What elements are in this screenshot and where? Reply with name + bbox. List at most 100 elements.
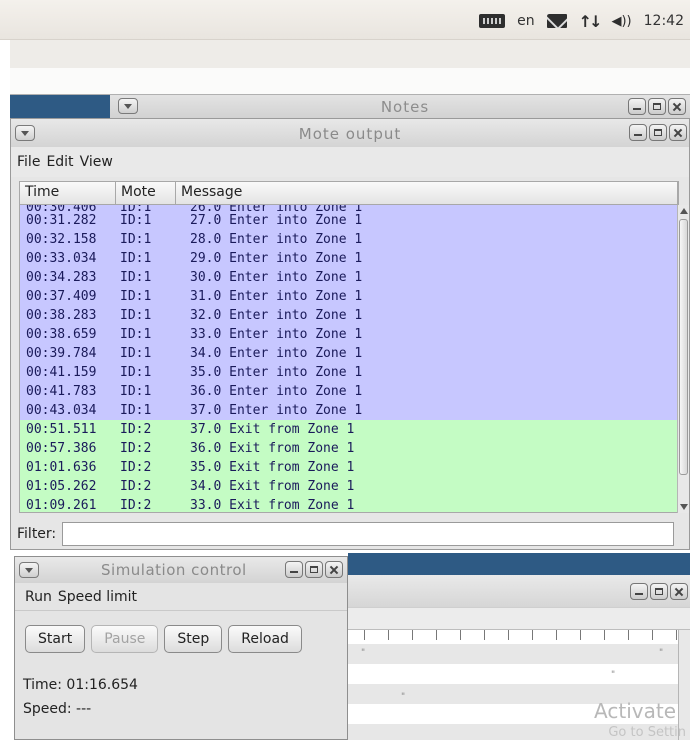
timeline-event-mark: ": [659, 648, 664, 658]
menu-edit[interactable]: Edit: [46, 154, 73, 170]
cell-time: 01:09.261: [26, 498, 97, 513]
cell-message: 36.0 Exit from Zone 1: [190, 441, 355, 456]
system-tray: en ↑↓ ◀)) 12:42: [479, 10, 684, 32]
minimize-icon[interactable]: [628, 98, 646, 115]
start-button[interactable]: Start: [25, 625, 86, 653]
cell-mote: ID:2: [120, 422, 152, 437]
cell-time: 00:43.034: [26, 403, 97, 418]
table-row[interactable]: 00:33.034 ID:1 29.0 Enter into Zone 1: [20, 249, 679, 268]
pause-button[interactable]: Pause: [91, 625, 159, 653]
maximize-icon[interactable]: [649, 124, 667, 141]
cell-message: 33.0 Exit from Zone 1: [190, 498, 355, 513]
notes-window-titlebar[interactable]: Notes: [10, 94, 690, 118]
mote-output-window: Mote output File Edit View Time Mote Mes…: [10, 118, 690, 550]
table-row[interactable]: 00:51.511 ID:2 37.0 Exit from Zone 1: [20, 420, 679, 439]
scroll-up-arrow-icon[interactable]: [680, 208, 688, 214]
menu-run[interactable]: Run: [25, 589, 52, 605]
close-icon[interactable]: [669, 124, 687, 141]
table-row[interactable]: 01:01.636 ID:2 35.0 Exit from Zone 1: [20, 458, 679, 477]
timeline-ruler: [341, 630, 678, 640]
table-row[interactable]: 00:39.784 ID:1 34.0 Enter into Zone 1: [20, 344, 679, 363]
language-indicator[interactable]: en: [517, 13, 535, 29]
cell-mote: ID:1: [120, 308, 152, 323]
mote-output-menubar: File Edit View: [11, 147, 689, 177]
cell-time: 00:57.386: [26, 441, 97, 456]
timeline-vertical-scrollbar[interactable]: [678, 630, 690, 740]
timeline-event-mark: ": [361, 648, 366, 658]
simulation-control-menu-button[interactable]: [19, 562, 39, 578]
desktop-band-light: [10, 68, 690, 94]
mote-output-titlebar[interactable]: Mote output: [11, 119, 689, 147]
cell-message: 35.0 Exit from Zone 1: [190, 460, 355, 475]
background-window-edge: [348, 553, 690, 575]
clock[interactable]: 12:42: [644, 13, 684, 29]
cell-mote: ID:2: [120, 441, 152, 456]
column-header-time[interactable]: Time: [20, 182, 116, 204]
cell-message: 32.0 Enter into Zone 1: [190, 308, 363, 323]
cell-time: 01:01.636: [26, 460, 97, 475]
reload-button[interactable]: Reload: [228, 625, 302, 653]
filter-input[interactable]: [62, 522, 675, 546]
table-row[interactable]: 00:37.409 ID:1 31.0 Enter into Zone 1: [20, 287, 679, 306]
cell-time: 00:41.159: [26, 365, 97, 380]
step-button[interactable]: Step: [164, 625, 223, 653]
column-header-message[interactable]: Message: [176, 182, 678, 204]
cell-mote: ID:1: [120, 232, 152, 247]
timeline-window: " " " " Activate Go to Settin: [340, 575, 690, 740]
table-row[interactable]: 00:41.783 ID:1 36.0 Enter into Zone 1: [20, 382, 679, 401]
cell-time: 00:34.283: [26, 270, 97, 285]
keyboard-icon[interactable]: [479, 14, 506, 28]
cell-mote: ID:1: [120, 346, 152, 361]
scroll-down-arrow-icon[interactable]: [680, 504, 688, 510]
cell-time: 00:51.511: [26, 422, 97, 437]
scrollbar-thumb[interactable]: [679, 219, 688, 475]
timeline-event-mark: ": [401, 692, 406, 702]
menu-speed-limit[interactable]: Speed limit: [58, 589, 137, 605]
cell-mote: ID:1: [120, 327, 152, 342]
table-row[interactable]: 00:34.283 ID:1 30.0 Enter into Zone 1: [20, 268, 679, 287]
mote-output-controls: [629, 124, 687, 141]
cell-message: 37.0 Enter into Zone 1: [190, 403, 363, 418]
close-icon[interactable]: [670, 583, 688, 600]
cell-message: 28.0 Enter into Zone 1: [190, 232, 363, 247]
mail-icon[interactable]: [546, 14, 567, 28]
table-row[interactable]: 00:43.034 ID:1 37.0 Enter into Zone 1: [20, 401, 679, 420]
desktop-band: [10, 40, 690, 68]
log-vertical-scrollbar[interactable]: [677, 205, 689, 513]
close-icon[interactable]: [325, 561, 343, 578]
simulation-control-window: Simulation control Run Speed limit Start…: [14, 556, 348, 740]
network-icon[interactable]: ↑↓: [579, 12, 603, 31]
notes-window-controls: [628, 98, 686, 115]
table-row[interactable]: 00:32.158 ID:1 28.0 Enter into Zone 1: [20, 230, 679, 249]
table-row[interactable]: 00:38.283 ID:1 32.0 Enter into Zone 1: [20, 306, 679, 325]
table-row[interactable]: 01:09.261 ID:2 33.0 Exit from Zone 1: [20, 496, 679, 513]
cell-mote: ID:1: [120, 384, 152, 399]
table-row[interactable]: 00:41.159 ID:1 35.0 Enter into Zone 1: [20, 363, 679, 382]
minimize-icon[interactable]: [630, 583, 648, 600]
cell-mote: ID:2: [120, 479, 152, 494]
timeline-event-mark: ": [611, 670, 616, 680]
table-row[interactable]: 00:57.386 ID:2 36.0 Exit from Zone 1: [20, 439, 679, 458]
cell-time: 00:33.034: [26, 251, 97, 266]
simulation-control-titlebar[interactable]: Simulation control: [15, 557, 347, 583]
table-row[interactable]: 00:31.282 ID:1 27.0 Enter into Zone 1: [20, 211, 679, 230]
close-icon[interactable]: [668, 98, 686, 115]
maximize-icon[interactable]: [648, 98, 666, 115]
maximize-icon[interactable]: [650, 583, 668, 600]
minimize-icon[interactable]: [629, 124, 647, 141]
table-row[interactable]: 01:05.262 ID:2 34.0 Exit from Zone 1: [20, 477, 679, 496]
timeline-area[interactable]: " " " ": [341, 629, 690, 740]
cell-time: 00:38.659: [26, 327, 97, 342]
column-header-mote[interactable]: Mote: [116, 182, 176, 204]
menu-file[interactable]: File: [17, 154, 40, 170]
menu-view[interactable]: View: [80, 154, 113, 170]
simulation-control-title: Simulation control: [101, 561, 247, 579]
maximize-icon[interactable]: [305, 561, 323, 578]
volume-icon[interactable]: ◀)): [611, 14, 631, 29]
table-row[interactable]: 00:38.659 ID:1 33.0 Enter into Zone 1: [20, 325, 679, 344]
timeline-menubar: [341, 607, 690, 629]
minimize-icon[interactable]: [285, 561, 303, 578]
activation-watermark-subtext: Go to Settin: [608, 725, 686, 740]
cell-mote: ID:1: [120, 403, 152, 418]
timeline-titlebar[interactable]: [341, 575, 690, 607]
